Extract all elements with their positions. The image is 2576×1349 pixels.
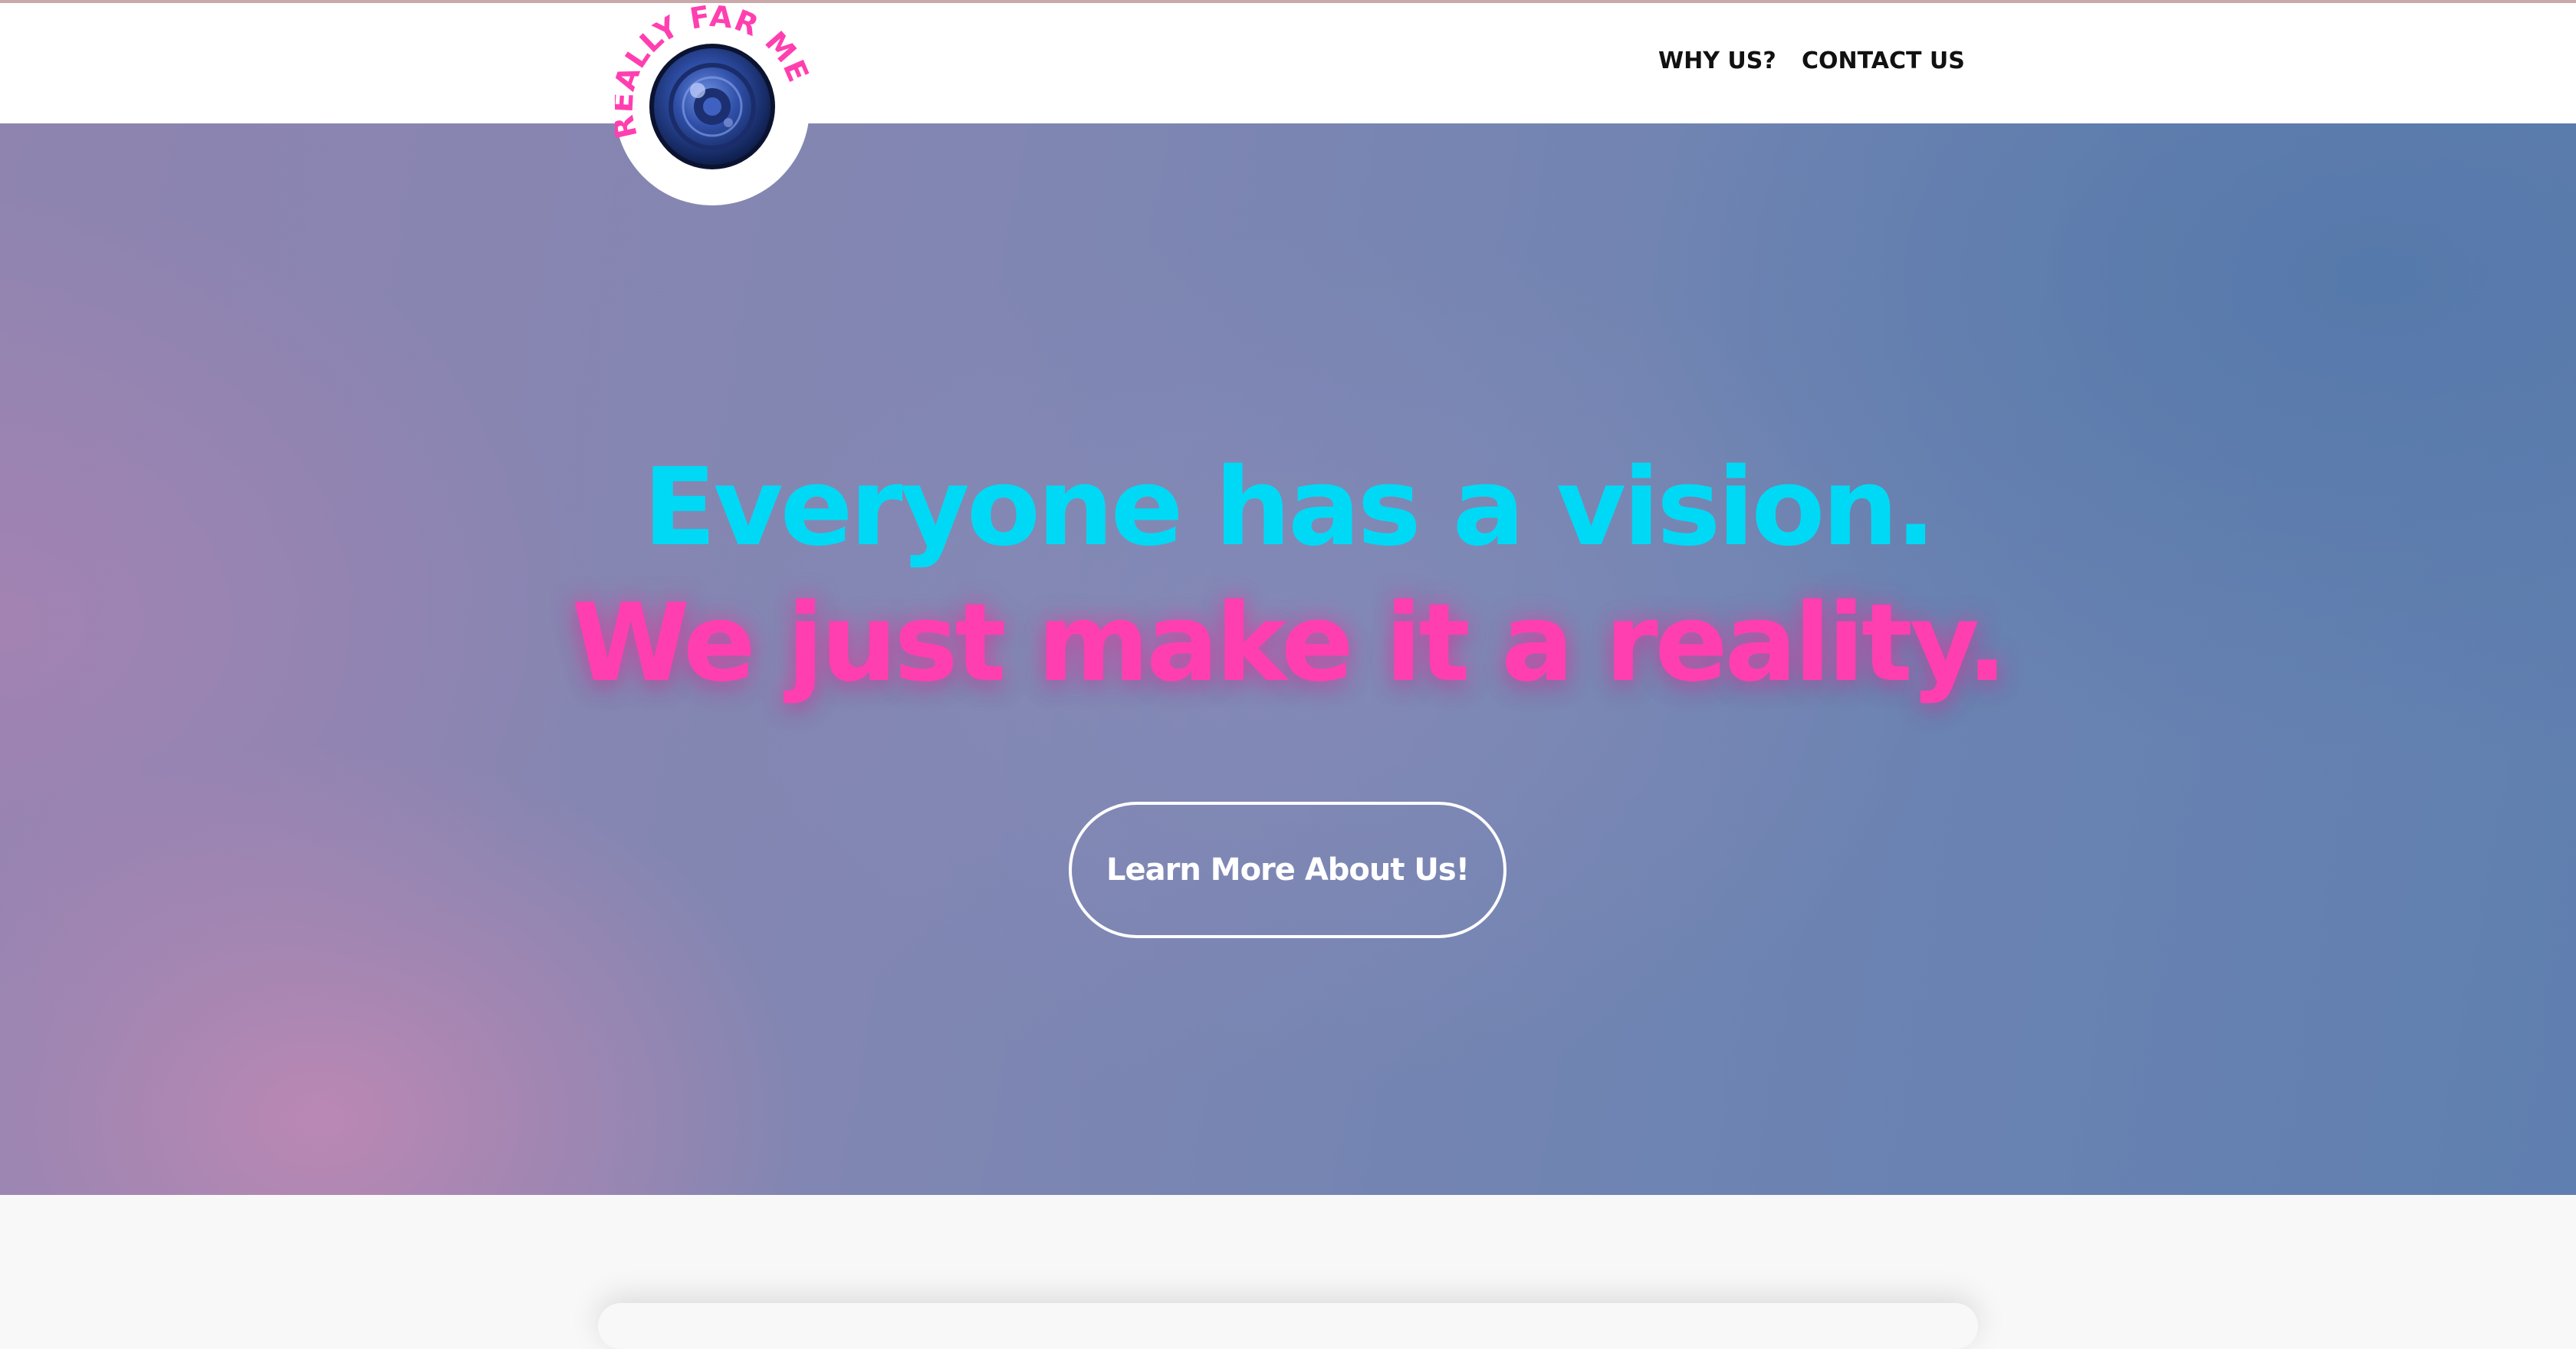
nav-link-why-us[interactable]: WHY US? [1658, 48, 1776, 74]
camera-lens-icon [649, 44, 775, 169]
hero-headline-line1: Everyone has a vision. [642, 445, 1937, 570]
really-far-media-logo-icon: REALLY FAR MEDIA [603, 0, 815, 205]
content-card-edge [598, 1303, 1978, 1349]
learn-more-button[interactable]: Learn More About Us! [1069, 802, 1506, 938]
hero-headline-line2: We just make it a reality. [571, 581, 2008, 706]
site-header: WHY US? CONTACT US [0, 3, 2576, 123]
logo[interactable]: REALLY FAR MEDIA [603, 0, 815, 205]
nav-link-contact-us[interactable]: CONTACT US [1802, 48, 1965, 74]
hero-section: Everyone has a vision. We just make it a… [0, 123, 2576, 1195]
